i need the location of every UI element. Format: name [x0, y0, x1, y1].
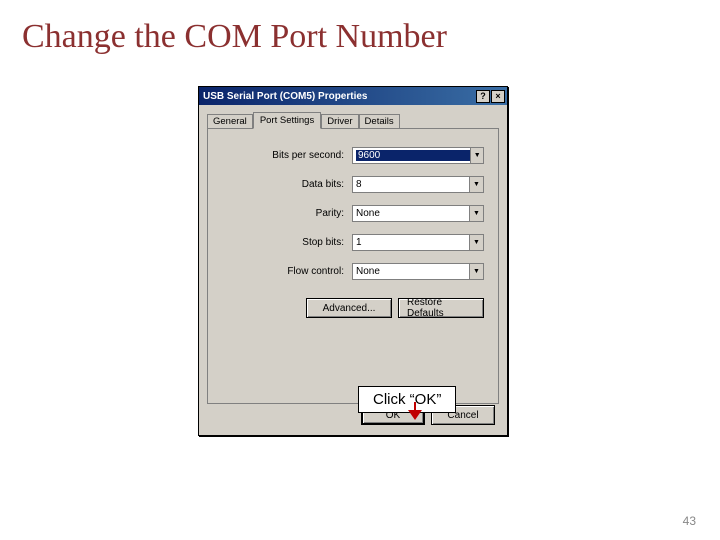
label-flow-control: Flow control: — [222, 266, 352, 277]
value-flow-control: None — [356, 266, 380, 277]
row-bits-per-second: Bits per second: 9600 ▼ — [222, 147, 484, 164]
tab-details[interactable]: Details — [359, 114, 400, 129]
label-parity: Parity: — [222, 208, 352, 219]
value-parity: None — [356, 208, 380, 219]
select-flow-control[interactable]: None ▼ — [352, 263, 484, 280]
port-settings-panel: Bits per second: 9600 ▼ Data bits: 8 ▼ P… — [207, 128, 499, 404]
select-parity[interactable]: None ▼ — [352, 205, 484, 222]
value-bits-per-second: 9600 — [356, 150, 470, 161]
row-stop-bits: Stop bits: 1 ▼ — [222, 234, 484, 251]
dialog-body: General Port Settings Driver Details Bit… — [199, 105, 507, 435]
label-stop-bits: Stop bits: — [222, 237, 352, 248]
label-bits-per-second: Bits per second: — [222, 150, 352, 161]
chevron-down-icon: ▼ — [469, 235, 483, 250]
callout-arrow-icon — [408, 410, 422, 420]
close-button[interactable]: × — [491, 90, 505, 103]
properties-dialog: USB Serial Port (COM5) Properties ? × Ge… — [198, 86, 508, 436]
row-parity: Parity: None ▼ — [222, 205, 484, 222]
row-data-bits: Data bits: 8 ▼ — [222, 176, 484, 193]
tab-strip: General Port Settings Driver Details — [207, 111, 499, 129]
restore-defaults-button[interactable]: Restore Defaults — [398, 298, 484, 318]
select-bits-per-second[interactable]: 9600 ▼ — [352, 147, 484, 164]
label-data-bits: Data bits: — [222, 179, 352, 190]
select-stop-bits[interactable]: 1 ▼ — [352, 234, 484, 251]
instruction-callout: Click “OK” — [358, 386, 456, 413]
tab-driver[interactable]: Driver — [321, 114, 358, 129]
select-data-bits[interactable]: 8 ▼ — [352, 176, 484, 193]
page-number: 43 — [683, 514, 696, 528]
row-flow-control: Flow control: None ▼ — [222, 263, 484, 280]
chevron-down-icon: ▼ — [470, 148, 483, 163]
value-data-bits: 8 — [356, 179, 362, 190]
help-button[interactable]: ? — [476, 90, 490, 103]
chevron-down-icon: ▼ — [469, 177, 483, 192]
value-stop-bits: 1 — [356, 237, 362, 248]
chevron-down-icon: ▼ — [469, 206, 483, 221]
titlebar[interactable]: USB Serial Port (COM5) Properties ? × — [199, 87, 507, 105]
window-title: USB Serial Port (COM5) Properties — [203, 91, 475, 102]
tab-port-settings[interactable]: Port Settings — [253, 112, 321, 129]
tab-general[interactable]: General — [207, 114, 253, 129]
panel-button-row: Advanced... Restore Defaults — [222, 298, 484, 318]
slide-title: Change the COM Port Number — [0, 0, 720, 56]
chevron-down-icon: ▼ — [469, 264, 483, 279]
advanced-button[interactable]: Advanced... — [306, 298, 392, 318]
